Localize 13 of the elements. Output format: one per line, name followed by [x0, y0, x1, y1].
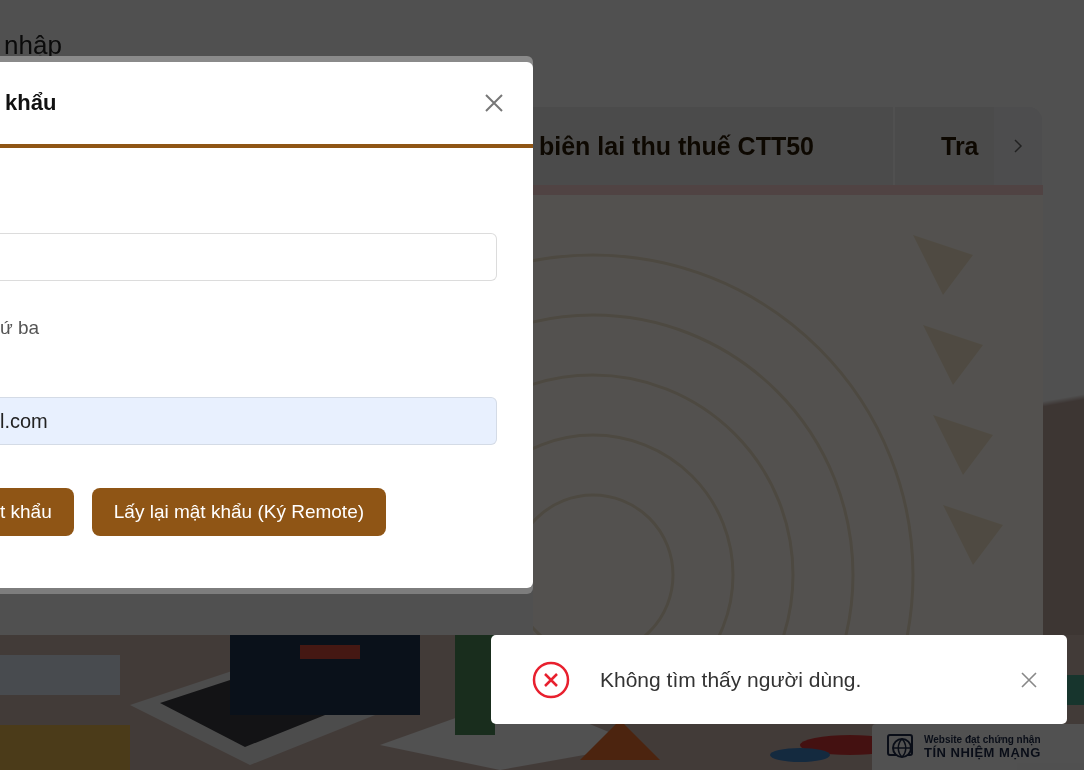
error-icon [532, 660, 570, 699]
close-icon[interactable] [485, 94, 503, 112]
badge-title: TÍN NHIỆM MẠNG [924, 745, 1041, 760]
badge-caption: Website đạt chứng nhận [924, 734, 1041, 745]
close-icon[interactable] [1021, 671, 1037, 688]
recover-password-button[interactable]: Lấy lại mật khẩu (Ký Remote) [91, 488, 387, 536]
page-heading: nhập [4, 30, 62, 60]
dialog-title: khẩu [5, 90, 57, 116]
field-hint: ứ ba [0, 317, 41, 339]
input-field[interactable]: l.com [0, 397, 497, 445]
toast-message: Không tìm thấy người dùng. [600, 667, 863, 692]
recover-password-button[interactable]: t khẩu [0, 488, 74, 536]
input-field[interactable] [0, 233, 497, 281]
